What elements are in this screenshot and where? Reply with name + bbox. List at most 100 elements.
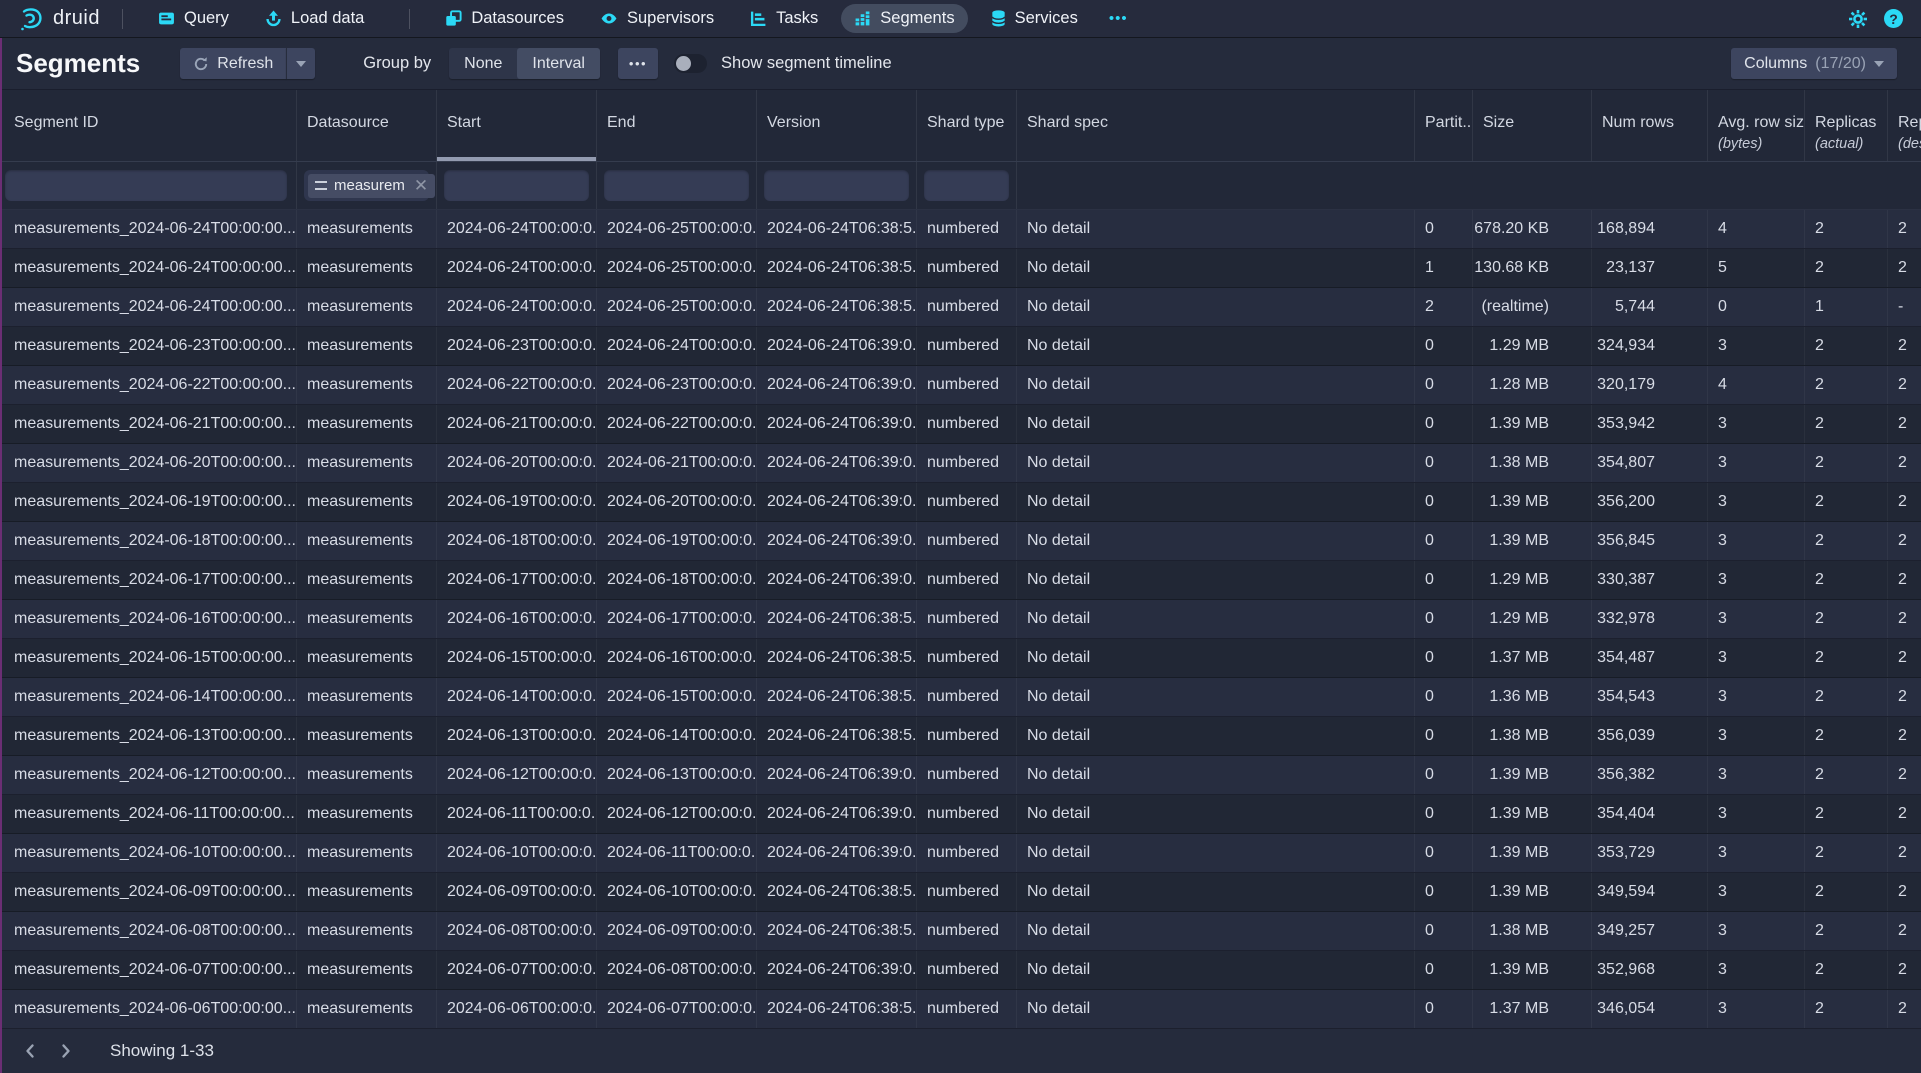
datasource-filter-input[interactable]: measurem ✕ <box>304 170 429 201</box>
table-row[interactable]: measurements_2024-06-23T00:00:00....meas… <box>0 327 1921 366</box>
segment-timeline-toggle[interactable] <box>674 54 707 73</box>
cell-size: 1.39 MB <box>1473 951 1592 989</box>
cell-segment-id: measurements_2024-06-09T00:00:00.... <box>0 873 297 911</box>
table-row[interactable]: measurements_2024-06-24T00:00:00....meas… <box>0 288 1921 327</box>
cell-avg-row-size: 3 <box>1708 444 1805 482</box>
nav-item-label: Services <box>1015 9 1078 28</box>
cell-end: 2024-06-18T00:00:0... <box>597 561 757 599</box>
nav-item-load-data[interactable]: Load data <box>252 4 377 33</box>
table-row[interactable]: measurements_2024-06-11T00:00:00....meas… <box>0 795 1921 834</box>
column-header-end[interactable]: End <box>597 90 757 161</box>
table-row[interactable]: measurements_2024-06-08T00:00:00....meas… <box>0 912 1921 951</box>
table-row[interactable]: measurements_2024-06-17T00:00:00....meas… <box>0 561 1921 600</box>
cell-partit: 0 <box>1415 366 1473 404</box>
cell-shard-spec: No detail <box>1017 444 1415 482</box>
group-by-interval-button[interactable]: Interval <box>517 48 599 79</box>
more-options-button[interactable]: ••• <box>618 48 658 79</box>
nav-item-datasources[interactable]: Datasources <box>432 4 577 33</box>
table-row[interactable]: measurements_2024-06-09T00:00:00....meas… <box>0 873 1921 912</box>
cell-datasource: measurements <box>297 522 437 560</box>
table-row[interactable]: measurements_2024-06-24T00:00:00....meas… <box>0 249 1921 288</box>
column-header-label: Replication factor <box>1898 112 1921 134</box>
cell-shard-spec: No detail <box>1017 873 1415 911</box>
table-row[interactable]: measurements_2024-06-13T00:00:00....meas… <box>0 717 1921 756</box>
filter-input-version[interactable] <box>764 170 909 201</box>
column-header-start[interactable]: Start <box>437 90 597 161</box>
table-row[interactable]: measurements_2024-06-20T00:00:00....meas… <box>0 444 1921 483</box>
cell-num-rows: 320,179 <box>1592 366 1708 404</box>
cell-size: 1.29 MB <box>1473 561 1592 599</box>
cell-end: 2024-06-25T00:00:0... <box>597 249 757 287</box>
cell-datasource: measurements <box>297 600 437 638</box>
cell-num-rows: 354,807 <box>1592 444 1708 482</box>
table-row[interactable]: measurements_2024-06-18T00:00:00....meas… <box>0 522 1921 561</box>
cell-datasource: measurements <box>297 990 437 1028</box>
filter-input-start[interactable] <box>444 170 589 201</box>
pagination-label: Showing 1-33 <box>110 1041 214 1061</box>
cell-replicas: 2 <box>1805 912 1888 950</box>
column-header-version[interactable]: Version <box>757 90 917 161</box>
druid-logo[interactable]: druid <box>18 6 100 32</box>
cell-replicas: 2 <box>1805 873 1888 911</box>
column-header-replicas[interactable]: Replicas(actual) <box>1805 90 1888 161</box>
group-by-none-button[interactable]: None <box>449 48 517 79</box>
column-header-partit[interactable]: Partit... <box>1415 90 1473 161</box>
remove-filter-icon[interactable]: ✕ <box>412 177 428 194</box>
table-row[interactable]: measurements_2024-06-14T00:00:00....meas… <box>0 678 1921 717</box>
filter-input-end[interactable] <box>604 170 749 201</box>
cell-avg-row-size: 3 <box>1708 405 1805 443</box>
nav-item-query[interactable]: Query <box>145 4 242 33</box>
druid-console: druid Query Load data Datasources <box>0 0 1921 1073</box>
table-row[interactable]: measurements_2024-06-24T00:00:00....meas… <box>0 210 1921 249</box>
column-header-size[interactable]: Size <box>1473 90 1592 161</box>
table-row[interactable]: measurements_2024-06-12T00:00:00....meas… <box>0 756 1921 795</box>
nav-item-segments[interactable]: Segments <box>841 4 967 33</box>
table-row[interactable]: measurements_2024-06-06T00:00:00....meas… <box>0 990 1921 1029</box>
column-header-segment-id[interactable]: Segment ID <box>0 90 297 161</box>
column-header-replication-factor[interactable]: Replication factor(desired) <box>1888 90 1921 161</box>
cell-shard-spec: No detail <box>1017 327 1415 365</box>
cell-version: 2024-06-24T06:38:5... <box>757 639 917 677</box>
cell-num-rows: 324,934 <box>1592 327 1708 365</box>
table-row[interactable]: measurements_2024-06-16T00:00:00....meas… <box>0 600 1921 639</box>
cell-version: 2024-06-24T06:38:5... <box>757 249 917 287</box>
chevron-down-icon <box>1874 61 1884 67</box>
cell-end: 2024-06-15T00:00:0... <box>597 678 757 716</box>
left-edge-stripe <box>0 38 2 1073</box>
filter-input-shard-type[interactable] <box>924 170 1009 201</box>
help-icon[interactable]: ? <box>1884 9 1903 28</box>
columns-button[interactable]: Columns (17/20) <box>1731 48 1897 79</box>
nav-item-services[interactable]: Services <box>978 4 1091 33</box>
column-header-shard-type[interactable]: Shard type <box>917 90 1017 161</box>
table-row[interactable]: measurements_2024-06-19T00:00:00....meas… <box>0 483 1921 522</box>
nav-item-supervisors[interactable]: Supervisors <box>587 4 727 33</box>
column-header-avg-row-size[interactable]: Avg. row size(bytes) <box>1708 90 1805 161</box>
prev-page-button[interactable] <box>14 1035 46 1067</box>
table-row[interactable]: measurements_2024-06-21T00:00:00....meas… <box>0 405 1921 444</box>
cell-datasource: measurements <box>297 366 437 404</box>
cell-shard-type: numbered <box>917 639 1017 677</box>
column-header-datasource[interactable]: Datasource <box>297 90 437 161</box>
table-row[interactable]: measurements_2024-06-15T00:00:00....meas… <box>0 639 1921 678</box>
column-header-shard-spec[interactable]: Shard spec <box>1017 90 1415 161</box>
nav-overflow-icon[interactable]: ••• <box>1101 5 1136 32</box>
next-page-button[interactable] <box>50 1035 82 1067</box>
nav-item-tasks[interactable]: Tasks <box>737 4 831 33</box>
table-row[interactable]: measurements_2024-06-07T00:00:00....meas… <box>0 951 1921 990</box>
cell-segment-id: measurements_2024-06-11T00:00:00.... <box>0 795 297 833</box>
refresh-split-button: Refresh <box>180 48 315 79</box>
refresh-button[interactable]: Refresh <box>180 48 286 79</box>
cell-replicas: 2 <box>1805 522 1888 560</box>
gear-icon[interactable] <box>1848 9 1868 29</box>
table-row[interactable]: measurements_2024-06-10T00:00:00....meas… <box>0 834 1921 873</box>
cell-partit: 0 <box>1415 990 1473 1028</box>
refresh-dropdown-button[interactable] <box>286 48 315 79</box>
filter-input-segment-id[interactable] <box>5 170 287 201</box>
table-row[interactable]: measurements_2024-06-22T00:00:00....meas… <box>0 366 1921 405</box>
chevron-left-icon <box>22 1043 38 1059</box>
cell-shard-spec: No detail <box>1017 249 1415 287</box>
column-header-num-rows[interactable]: Num rows <box>1592 90 1708 161</box>
cell-replicas: 2 <box>1805 366 1888 404</box>
column-header-label: Replicas <box>1815 112 1887 134</box>
cell-shard-spec: No detail <box>1017 405 1415 443</box>
